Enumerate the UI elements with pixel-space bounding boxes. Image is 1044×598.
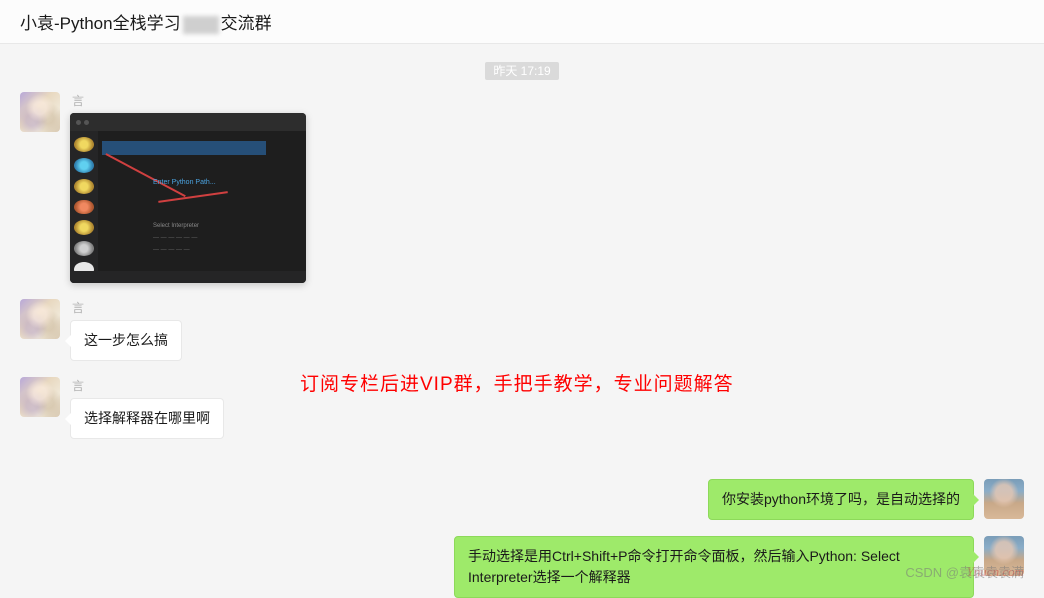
message-content: 言 Enter Python Path... Select Interprete xyxy=(70,92,306,283)
sender-name: 言 xyxy=(70,92,306,109)
message-bubble[interactable]: 这一步怎么搞 xyxy=(70,320,182,361)
message-content: 言 选择解释器在哪里啊 xyxy=(70,377,224,439)
screenshot-main: Enter Python Path... Select Interpreter … xyxy=(98,131,306,271)
message-row: 言 Enter Python Path... Select Interprete xyxy=(20,92,1024,283)
avatar[interactable] xyxy=(20,377,60,417)
image-attachment[interactable]: Enter Python Path... Select Interpreter … xyxy=(70,113,306,283)
title-suffix: 交流群 xyxy=(221,14,272,33)
avatar[interactable] xyxy=(20,92,60,132)
message-row: 言 这一步怎么搞 xyxy=(20,299,1024,361)
message-bubble[interactable]: 你安装python环境了吗，是自动选择的 xyxy=(708,479,974,520)
message-bubble[interactable]: 选择解释器在哪里啊 xyxy=(70,398,224,439)
title-redacted xyxy=(183,16,219,34)
title-prefix: 小袁-Python全栈学习 xyxy=(20,14,181,33)
message-content: 你安装python环境了吗，是自动选择的 xyxy=(708,479,974,520)
avatar[interactable] xyxy=(984,479,1024,519)
promo-overlay: 订阅专栏后进VIP群，手把手教学，专业问题解答 xyxy=(300,369,734,396)
sender-name: 言 xyxy=(70,377,224,394)
chat-header: 小袁-Python全栈学习 交流群 xyxy=(0,0,1044,44)
chat-title: 小袁-Python全栈学习 交流群 xyxy=(20,9,272,34)
screenshot-link: Enter Python Path... xyxy=(153,179,216,186)
timestamp-text: 昨天 17:19 xyxy=(485,62,558,80)
screenshot-sidebar xyxy=(70,131,98,283)
chat-body[interactable]: 昨天 17:19 言 Enter Python xyxy=(0,44,1044,589)
watermark-csdn: CSDN @袁袁袁袁满 xyxy=(905,562,1024,581)
screenshot-hint: Select Interpreter xyxy=(153,223,199,229)
timestamp: 昨天 17:19 xyxy=(0,62,1044,80)
avatar[interactable] xyxy=(20,299,60,339)
screenshot-titlebar xyxy=(70,113,306,131)
message-row: 你安装python环境了吗，是自动选择的 xyxy=(20,479,1024,520)
sender-name: 言 xyxy=(70,299,182,316)
message-content: 言 这一步怎么搞 xyxy=(70,299,182,361)
